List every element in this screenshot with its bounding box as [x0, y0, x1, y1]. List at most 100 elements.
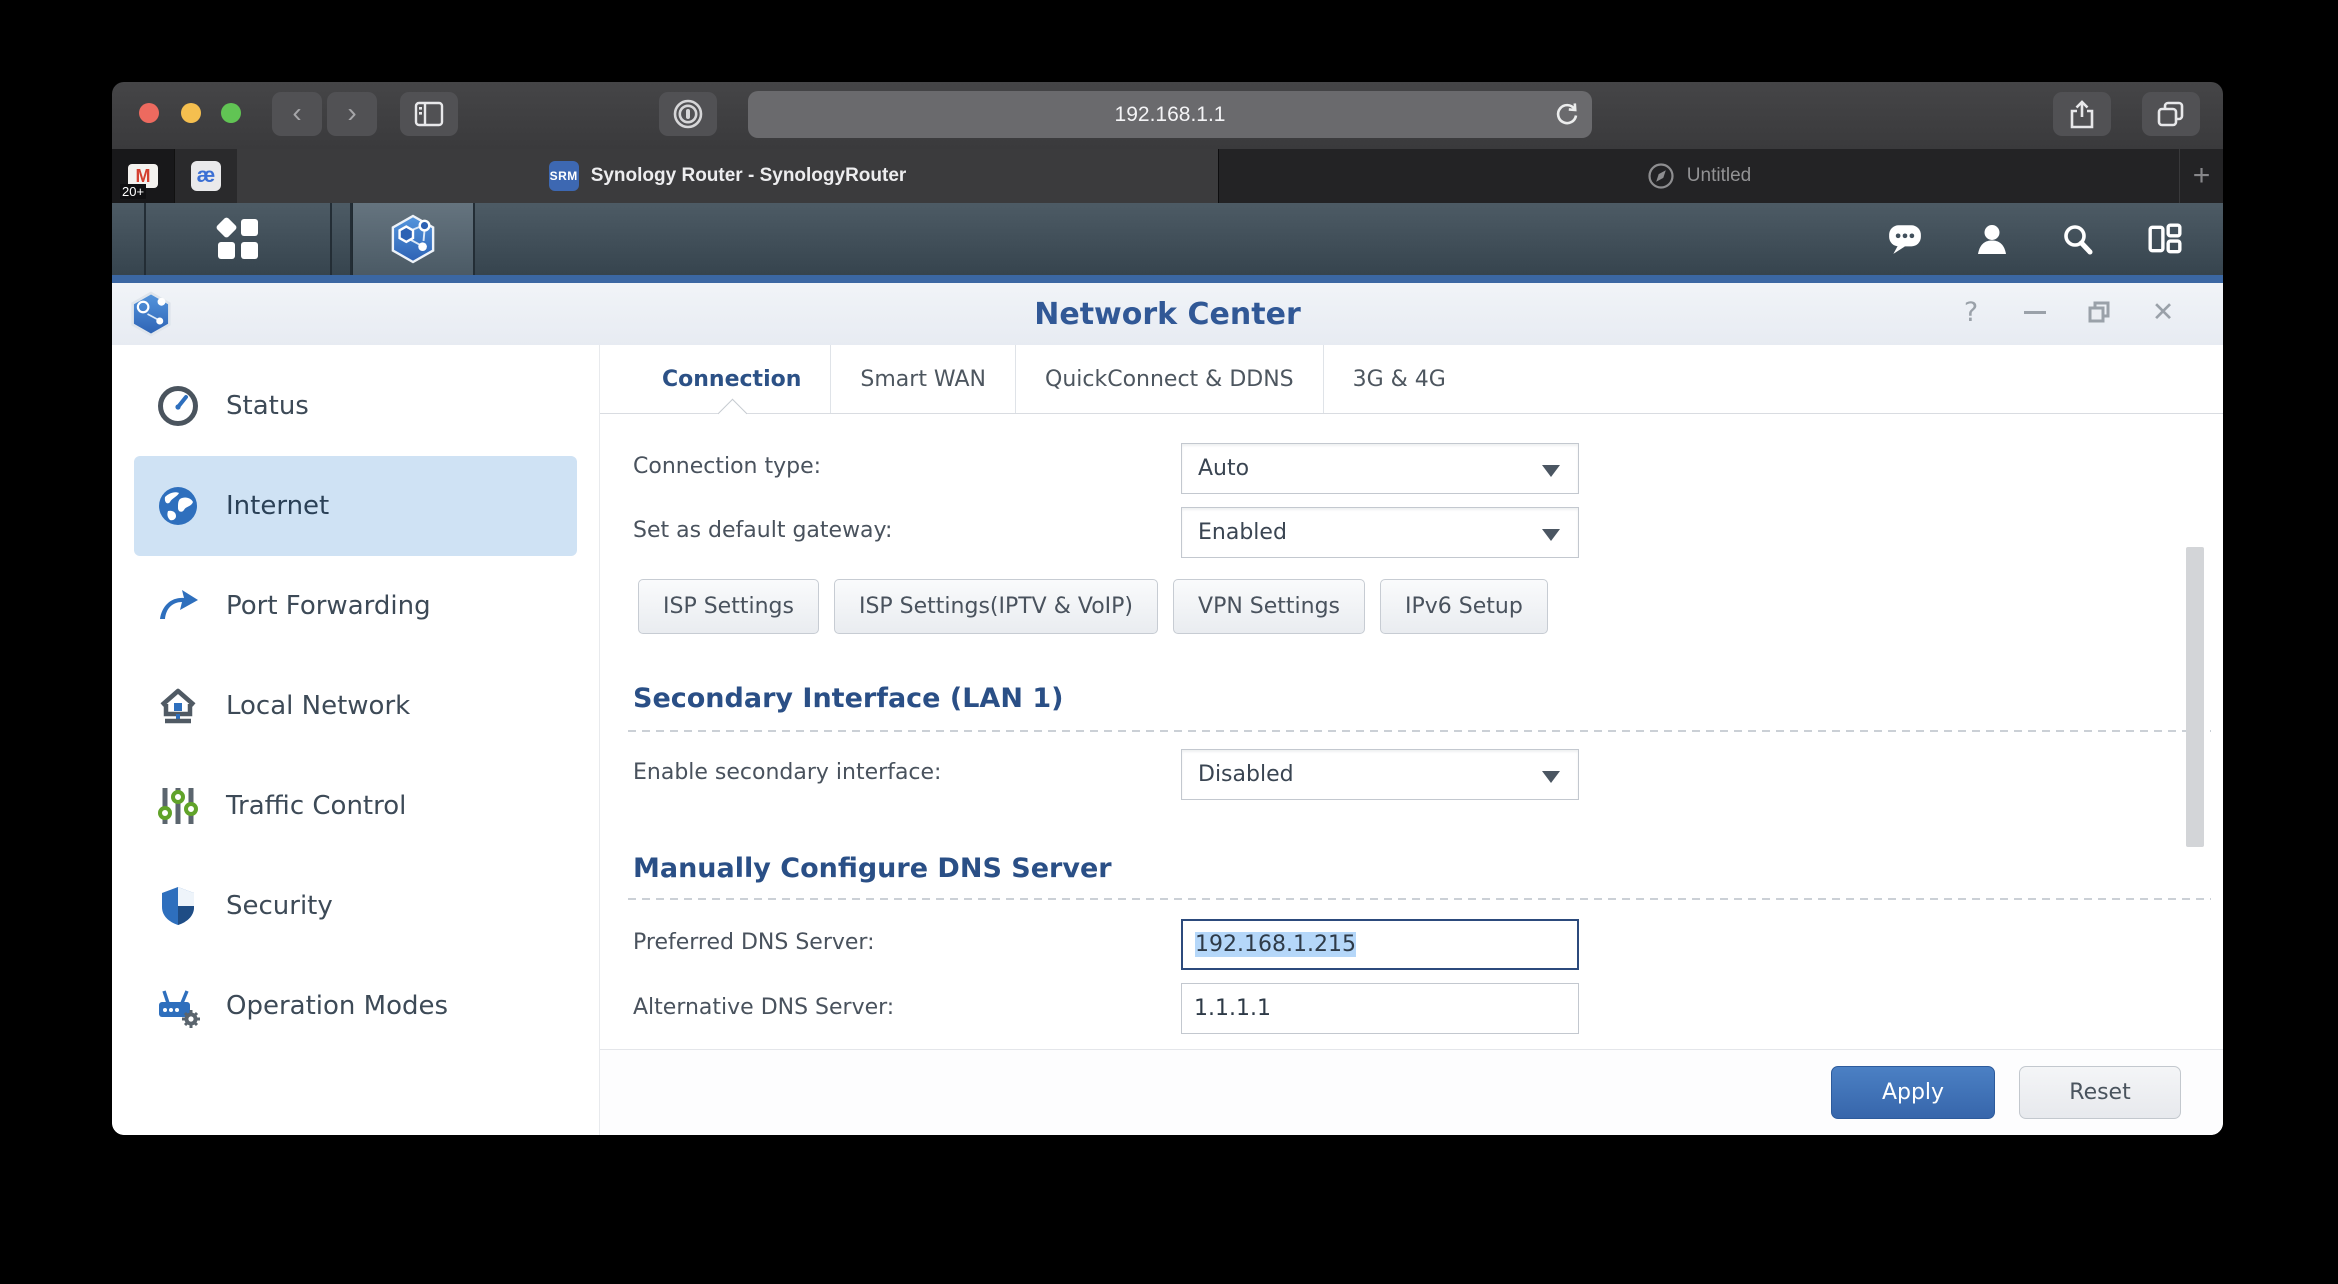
pinned-tab-gmail[interactable]: M 20+	[112, 149, 174, 203]
ae-icon: æ	[191, 161, 221, 191]
minimize-icon	[2024, 310, 2046, 314]
isp-settings-button[interactable]: ISP Settings	[638, 579, 819, 634]
close-window-button[interactable]	[139, 103, 159, 123]
chevron-left-icon: ‹	[292, 96, 302, 128]
network-center-window: Network Center ? ✕ Status Internet Port …	[112, 283, 2223, 1135]
desktop-background: ‹ › 192.168.1.1 M 20+ æ SRM Synology Rou…	[0, 0, 2338, 1284]
window-controls: ? ✕	[1957, 297, 2177, 328]
content-tabs: Connection Smart WAN QuickConnect & DDNS…	[600, 345, 2223, 429]
preferred-dns-label: Preferred DNS Server:	[633, 930, 875, 955]
minimize-button[interactable]	[2021, 297, 2049, 327]
srm-taskbar	[112, 203, 2223, 275]
isp-settings-iptv-voip-button[interactable]: ISP Settings(IPTV & VoIP)	[833, 579, 1159, 634]
tab-synology-router[interactable]: SRM Synology Router - SynologyRouter	[237, 149, 1218, 203]
preferred-dns-input[interactable]: 192.168.1.215	[1181, 919, 1579, 970]
share-icon	[2070, 100, 2094, 129]
section-divider	[628, 898, 2211, 900]
address-bar[interactable]: 192.168.1.1	[748, 91, 1592, 138]
forward-button[interactable]: ›	[327, 92, 377, 136]
new-tab-button[interactable]: +	[2179, 149, 2223, 203]
network-center-app-icon	[130, 291, 172, 341]
sidebar-item-operation-modes[interactable]: Operation Modes	[134, 956, 577, 1056]
minimize-window-button[interactable]	[181, 103, 201, 123]
tab-title: Untitled	[1686, 165, 1752, 186]
sidebar-item-traffic-control[interactable]: Traffic Control	[134, 756, 577, 856]
help-button[interactable]: ?	[1957, 297, 1985, 328]
tab-bar: M 20+ æ SRM Synology Router - SynologyRo…	[112, 149, 2223, 203]
password-extension-button[interactable]	[659, 92, 717, 136]
sidebar-icon	[414, 101, 444, 127]
tabs-icon	[2157, 101, 2184, 127]
sliders-icon	[158, 788, 198, 824]
sidebar-item-internet[interactable]: Internet	[134, 456, 577, 556]
maximize-button[interactable]	[2085, 297, 2113, 327]
active-tab-notch	[717, 398, 748, 429]
plus-icon: +	[2192, 159, 2211, 192]
isp-button-row: ISP Settings ISP Settings(IPTV & VoIP) V…	[638, 579, 1548, 634]
scrollbar-thumb[interactable]	[2186, 547, 2204, 847]
sidebar-item-local-network[interactable]: Local Network	[134, 656, 577, 756]
tab-overview-button[interactable]	[2142, 92, 2200, 136]
zoom-window-button[interactable]	[221, 103, 241, 123]
gauge-icon	[158, 386, 198, 426]
alternative-dns-input[interactable]: 1.1.1.1	[1181, 983, 1579, 1034]
home-network-icon	[160, 688, 196, 724]
dns-heading: Manually Configure DNS Server	[633, 853, 1112, 884]
apply-button[interactable]: Apply	[1831, 1066, 1995, 1119]
taskbar-tray	[1887, 203, 2183, 275]
main-menu-button[interactable]	[146, 203, 332, 275]
enable-secondary-interface-label: Enable secondary interface:	[633, 760, 942, 785]
pinned-tab-ae[interactable]: æ	[174, 149, 237, 203]
forward-arrow-icon	[160, 590, 198, 619]
alternative-dns-label: Alternative DNS Server:	[633, 995, 895, 1020]
search-button[interactable]	[2061, 222, 2095, 256]
refresh-button[interactable]	[1552, 100, 1582, 130]
shield-icon	[162, 887, 194, 925]
tab-connection[interactable]: Connection	[633, 345, 830, 429]
chevron-down-icon	[1542, 528, 1560, 541]
globe-icon	[159, 487, 197, 525]
connection-type-select[interactable]: Auto	[1181, 443, 1579, 494]
window-title: Network Center	[1034, 297, 1301, 332]
srm-favicon: SRM	[548, 161, 579, 191]
network-center-icon	[391, 214, 435, 264]
refresh-icon	[1556, 103, 1578, 125]
onepassword-icon	[673, 99, 703, 129]
sidebar-item-port-forwarding[interactable]: Port Forwarding	[134, 556, 577, 656]
tab-title: Synology Router - SynologyRouter	[590, 165, 907, 186]
network-center-sidebar: Status Internet Port Forwarding Local Ne…	[112, 345, 600, 1135]
chevron-right-icon: ›	[347, 96, 357, 128]
share-button[interactable]	[2053, 92, 2111, 136]
close-button[interactable]: ✕	[2149, 297, 2177, 328]
srm-desktop: Network Center ? ✕ Status Internet Port …	[112, 203, 2223, 1135]
secondary-interface-select[interactable]: Disabled	[1181, 749, 1579, 800]
compass-icon	[1648, 163, 1674, 189]
connection-type-label: Connection type:	[633, 454, 822, 479]
tab-3g-4g[interactable]: 3G & 4G	[1322, 345, 1475, 413]
gmail-badge: 20+	[120, 184, 147, 199]
user-button[interactable]	[1975, 222, 2009, 256]
widgets-button[interactable]	[2147, 222, 2183, 256]
tab-quickconnect-ddns[interactable]: QuickConnect & DDNS	[1015, 345, 1323, 413]
back-button[interactable]: ‹	[272, 92, 322, 136]
url-text: 192.168.1.1	[1114, 102, 1226, 126]
notifications-button[interactable]	[1887, 222, 1923, 256]
taskbar-network-center-button[interactable]	[352, 203, 475, 275]
reset-button[interactable]: Reset	[2019, 1066, 2181, 1119]
tab-smart-wan[interactable]: Smart WAN	[830, 345, 1015, 413]
vpn-settings-button[interactable]: VPN Settings	[1173, 579, 1366, 634]
secondary-interface-heading: Secondary Interface (LAN 1)	[633, 683, 1064, 714]
taskbar-handle[interactable]	[112, 203, 146, 275]
tab-untitled[interactable]: Untitled	[1218, 149, 2179, 203]
chevron-down-icon	[1542, 464, 1560, 477]
sidebar-item-status[interactable]: Status	[134, 356, 577, 456]
footer-bar: Apply Reset	[600, 1049, 2223, 1135]
safari-window: ‹ › 192.168.1.1 M 20+ æ SRM Synology Rou…	[112, 82, 2223, 1135]
window-header: Network Center ? ✕	[112, 283, 2223, 345]
default-gateway-label: Set as default gateway:	[633, 518, 893, 543]
ipv6-setup-button[interactable]: IPv6 Setup	[1380, 579, 1548, 634]
sidebar-toggle-button[interactable]	[400, 92, 458, 136]
taskbar-accent-line	[112, 275, 2223, 283]
sidebar-item-security[interactable]: Security	[134, 856, 577, 956]
default-gateway-select[interactable]: Enabled	[1181, 507, 1579, 558]
